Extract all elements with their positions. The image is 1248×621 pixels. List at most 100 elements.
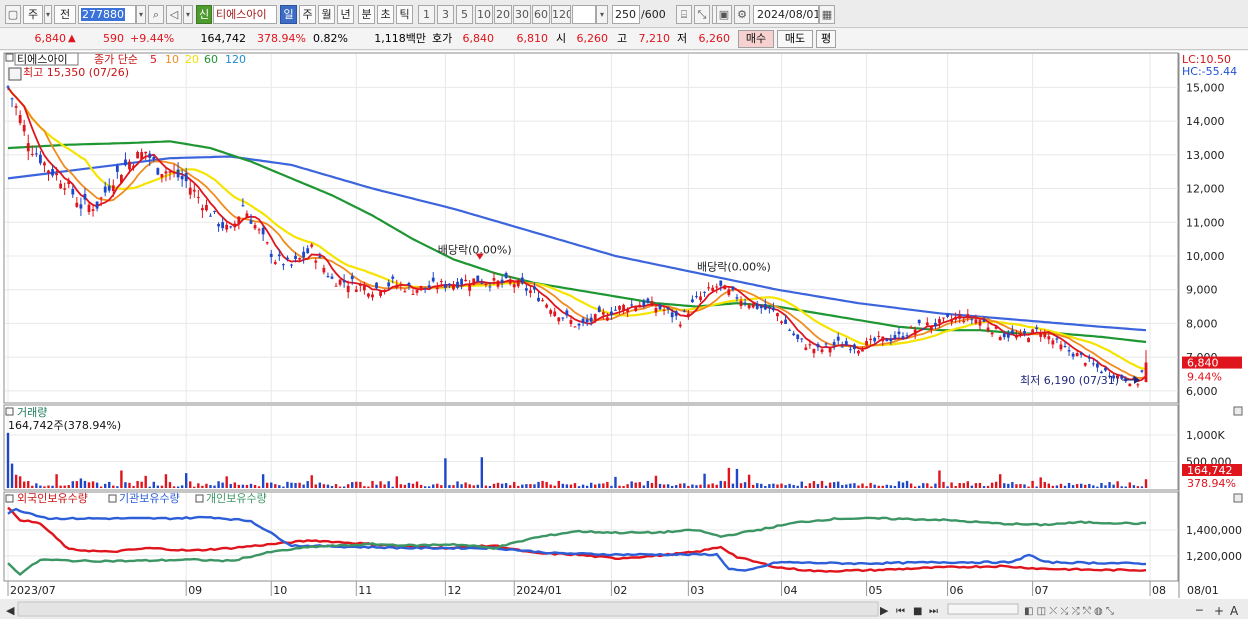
candle-body <box>695 296 698 298</box>
sell-button[interactable]: 매도 <box>777 30 813 48</box>
scroll-first-icon[interactable]: ⏮ <box>896 606 905 617</box>
candle-body <box>942 317 945 319</box>
candle-body <box>205 204 208 211</box>
candle-body <box>869 338 873 341</box>
candle-body <box>1136 384 1140 386</box>
time-tick-label: 02 <box>613 584 627 597</box>
zoom-in-icon[interactable]: + <box>1214 604 1224 618</box>
legend-foreign: 외국인보유수량 <box>17 492 88 505</box>
interval-month[interactable]: 월 <box>318 5 335 24</box>
candle-body <box>136 152 139 159</box>
scroll-right-icon[interactable]: ▶ <box>880 604 889 617</box>
volume-bar <box>747 474 751 488</box>
volume-bar <box>723 481 727 488</box>
tool-icons[interactable]: ◧ ◫ ⤬ ⤯ ⤮ ⤲ ◍ ⤡ <box>1024 606 1114 617</box>
zoom-slider[interactable] <box>947 603 1019 615</box>
step-10[interactable]: 10 <box>475 5 493 24</box>
candle-body <box>314 260 318 263</box>
volume-bar <box>1116 481 1119 488</box>
legend-ma120: 120 <box>225 53 246 66</box>
bid-price: 6,810 <box>516 32 549 45</box>
step-20[interactable]: 20 <box>494 5 512 24</box>
volume-bar <box>545 481 548 488</box>
stock-code-input[interactable]: 277880 <box>78 5 136 24</box>
buy-button[interactable]: 매수 <box>738 30 774 48</box>
average-button[interactable]: 평 <box>816 30 836 48</box>
volume-panel-close-icon[interactable] <box>1233 406 1243 416</box>
volume-bar <box>221 482 224 488</box>
draw-tool-icon[interactable]: ⤡ <box>694 5 710 24</box>
candle-body <box>938 319 941 324</box>
candle-body <box>1035 327 1039 330</box>
calendar-icon[interactable]: ▦ <box>819 5 835 24</box>
scroll-stop-icon[interactable]: ■ <box>913 606 922 617</box>
chart-settings-icon[interactable] <box>8 67 22 81</box>
volume-bar <box>537 481 540 488</box>
candle-body <box>1015 334 1018 338</box>
candle-body <box>747 305 751 309</box>
candle-body <box>192 189 196 192</box>
scroll-track[interactable] <box>17 601 879 617</box>
date-input[interactable]: 2024/08/01 <box>753 5 819 24</box>
volume-bar <box>103 483 107 488</box>
volume-bar <box>1035 486 1038 488</box>
step-30[interactable]: 30 <box>513 5 531 24</box>
interval-day[interactable]: 일 <box>280 5 297 24</box>
prev-button[interactable]: 전 <box>54 5 76 24</box>
interval-minute[interactable]: 분 <box>358 5 375 24</box>
volume-bar <box>618 485 621 488</box>
step-5[interactable]: 5 <box>456 5 473 24</box>
candle-body <box>99 197 103 199</box>
volume-bar <box>861 483 864 488</box>
candle-body <box>561 317 565 319</box>
volume-bar <box>1112 484 1115 488</box>
candle-body <box>464 279 468 282</box>
step-3[interactable]: 3 <box>437 5 454 24</box>
candle-body <box>970 319 974 321</box>
volume-bar <box>622 485 625 488</box>
interval-week[interactable]: 주 <box>299 5 316 24</box>
zoom-out-icon[interactable]: ─ <box>1195 604 1203 617</box>
step-dropdown-icon[interactable]: ▾ <box>596 5 608 24</box>
volume-bar <box>83 480 87 488</box>
stock-name-field[interactable]: 티에스아이 <box>213 5 277 24</box>
step-60[interactable]: 60 <box>532 5 550 24</box>
settings-gear-icon[interactable]: ⚙ <box>734 5 750 24</box>
step-custom-input[interactable] <box>572 5 596 24</box>
search-icon[interactable]: ⌕ <box>148 5 164 24</box>
speaker-icon[interactable]: ◁ <box>166 5 182 24</box>
scroll-left-icon[interactable]: ◀ <box>6 604 15 617</box>
volume-bar <box>792 485 795 488</box>
volume-bar <box>257 486 261 488</box>
code-dropdown-icon[interactable]: ▾ <box>136 5 146 24</box>
volume-bar <box>918 485 921 488</box>
volume-bar <box>994 481 998 488</box>
volume-bar <box>75 481 79 488</box>
save-icon[interactable]: ▣ <box>716 5 732 24</box>
period-button[interactable]: 주 <box>23 5 43 24</box>
volume-bar <box>581 484 585 488</box>
candle-icon[interactable]: ⌸ <box>676 5 692 24</box>
owner-panel-close-icon[interactable] <box>1233 493 1243 503</box>
interval-second[interactable]: 초 <box>377 5 394 24</box>
chart-menu-icon[interactable]: ▢ <box>5 5 21 24</box>
volume-bar <box>468 484 471 488</box>
font-size-icon[interactable]: A <box>1230 604 1239 618</box>
candle-body <box>34 153 38 155</box>
candle-body <box>873 337 877 342</box>
speaker-dropdown-icon[interactable]: ▾ <box>183 5 193 24</box>
candle-body <box>484 283 488 285</box>
step-1[interactable]: 1 <box>418 5 435 24</box>
interval-year[interactable]: 년 <box>337 5 354 24</box>
interval-tick[interactable]: 틱 <box>396 5 413 24</box>
candle-body <box>840 346 844 348</box>
candle-body <box>399 284 403 286</box>
step-120[interactable]: 120 <box>551 5 571 24</box>
candle-body <box>38 154 42 164</box>
scroll-last-icon[interactable]: ⏭ <box>929 606 938 617</box>
candle-body <box>670 312 674 318</box>
count-input[interactable]: 250 <box>612 5 640 24</box>
period-dropdown-icon[interactable]: ▾ <box>44 5 52 24</box>
volume-bar <box>577 486 581 488</box>
volume-bar <box>873 484 876 488</box>
